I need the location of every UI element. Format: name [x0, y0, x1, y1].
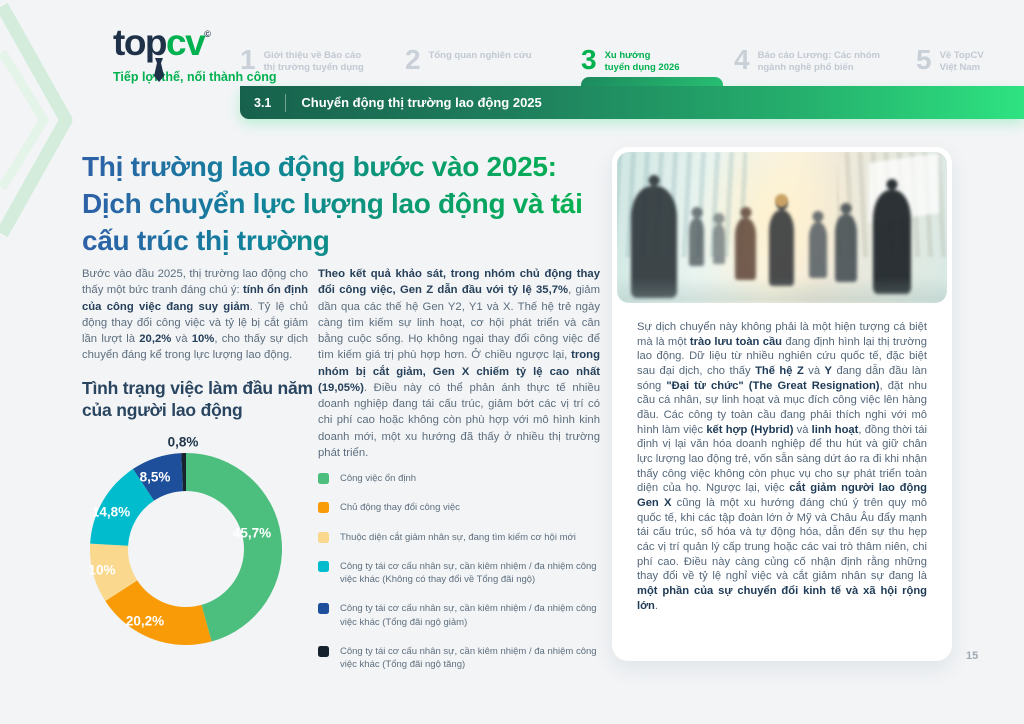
- insight-card: Sự dịch chuyển này không phải là một hiệ…: [612, 147, 952, 661]
- nav-number: 5: [916, 47, 932, 74]
- legend-swatch: [318, 532, 329, 543]
- survey-paragraph: Theo kết quả khảo sát, trong nhóm chủ độ…: [318, 266, 600, 461]
- nav-label-line: Giới thiệu về Báo cáo: [264, 50, 364, 62]
- nav-label-line: ngành nghề phổ biến: [758, 62, 880, 74]
- legend-item: Thuộc diện cắt giảm nhân sự, đang tìm ki…: [318, 531, 600, 544]
- person-head: [775, 194, 788, 207]
- office-crowd-photo: [617, 152, 947, 303]
- nav-item-2[interactable]: 2 Tổng quan nghiên cứu: [405, 47, 532, 74]
- nav-item-5[interactable]: 5 Về TopCVViệt Nam: [916, 47, 984, 75]
- legend-swatch: [318, 646, 329, 657]
- nav-label-line: tuyển dụng 2026: [605, 62, 680, 74]
- legend-item: Công ty tái cơ cấu nhân sự, cần kiêm nhi…: [318, 645, 600, 672]
- chevron-decoration: [0, 0, 80, 250]
- nav-label-line: thị trường tuyển dụng: [264, 62, 364, 74]
- nav-item-1[interactable]: 1 Giới thiệu về Báo cáothị trường tuyển …: [240, 47, 364, 75]
- legend-label: Công việc ổn định: [340, 472, 416, 485]
- nav-label: Tổng quan nghiên cứu: [429, 47, 532, 62]
- photo-ground-shadow: [617, 277, 947, 303]
- legend-item: Công ty tái cơ cấu nhân sự, cần kiêm nhi…: [318, 602, 600, 629]
- legend-label: Thuộc diện cắt giảm nhân sự, đang tìm ki…: [340, 531, 576, 544]
- logo-registered-mark: ©: [204, 29, 209, 39]
- nav-label-line: Báo cáo Lương: Các nhóm: [758, 50, 880, 62]
- tie-icon: [153, 58, 165, 82]
- chart-legend: Công việc ổn định Chủ động thay đổi công…: [318, 472, 600, 672]
- intro-paragraph: Bước vào đầu 2025, thị trường lao động c…: [82, 266, 308, 364]
- legend-label: Công ty tái cơ cấu nhân sự, cần kiêm nhi…: [340, 560, 600, 587]
- legend-label: Chủ động thay đổi công việc: [340, 501, 460, 514]
- nav-label: Xu hướngtuyển dụng 2026: [605, 47, 680, 75]
- slice-label: 8,5%: [140, 470, 171, 485]
- report-page: topcv© Tiếp lợi thế, nối thành công 1 Gi…: [0, 0, 1024, 724]
- breadcrumb-separator: [285, 94, 286, 112]
- slice-label: 10%: [88, 563, 115, 578]
- legend-swatch: [318, 502, 329, 513]
- nav-label: Giới thiệu về Báo cáothị trường tuyển dụ…: [264, 47, 364, 75]
- legend-item: Chủ động thay đổi công việc: [318, 501, 600, 514]
- nav-item-3-active[interactable]: 3 Xu hướngtuyển dụng 2026: [581, 47, 680, 75]
- legend-label: Công ty tái cơ cấu nhân sự, cần kiêm nhi…: [340, 645, 600, 672]
- nav-label-line: Việt Nam: [940, 62, 984, 74]
- nav-number: 2: [405, 47, 421, 74]
- breadcrumb-bar: 3.1 Chuyển động thị trường lao động 2025: [240, 86, 1024, 119]
- slice-label: 20,2%: [126, 614, 164, 629]
- legend-item: Công việc ổn định: [318, 472, 600, 485]
- legend-item: Công ty tái cơ cấu nhân sự, cần kiêm nhi…: [318, 560, 600, 587]
- nav-label: Báo cáo Lương: Các nhómngành nghề phổ bi…: [758, 47, 880, 75]
- legend-swatch: [318, 603, 329, 614]
- legend-label: Công ty tái cơ cấu nhân sự, cần kiêm nhi…: [340, 602, 600, 629]
- slice-label: 45,7%: [233, 526, 271, 541]
- breadcrumb-title: Chuyển động thị trường lao động 2025: [301, 95, 541, 110]
- page-number: 15: [966, 650, 978, 662]
- nav-item-4[interactable]: 4 Báo cáo Lương: Các nhómngành nghề phổ …: [734, 47, 880, 75]
- chart-title: Tình trạng việc làm đầu năm của người la…: [82, 377, 342, 422]
- legend-swatch: [318, 561, 329, 572]
- page-title: Thị trường lao động bước vào 2025: Dịch …: [82, 148, 584, 260]
- nav-label-line: Xu hướng: [605, 50, 680, 62]
- card-paragraph: Sự dịch chuyển này không phải là một hiệ…: [637, 320, 927, 613]
- nav-number: 4: [734, 47, 750, 74]
- slice-label: 0,8%: [168, 435, 199, 450]
- nav-number: 1: [240, 47, 256, 74]
- breadcrumb-number: 3.1: [240, 96, 285, 110]
- logo-cv-text: cv: [166, 22, 204, 63]
- donut-chart: 45,7% 20,2% 10% 14,8% 8,5% 0,8%: [81, 428, 293, 660]
- nav-number: 3: [581, 47, 597, 74]
- logo-top-text: top: [113, 22, 166, 63]
- nav-label-line: Về TopCV: [940, 50, 984, 62]
- nav-label-line: Tổng quan nghiên cứu: [429, 50, 532, 62]
- donut-svg: [81, 444, 291, 654]
- nav-label: Về TopCVViệt Nam: [940, 47, 984, 75]
- slice-label: 14,8%: [92, 505, 130, 520]
- legend-swatch: [318, 473, 329, 484]
